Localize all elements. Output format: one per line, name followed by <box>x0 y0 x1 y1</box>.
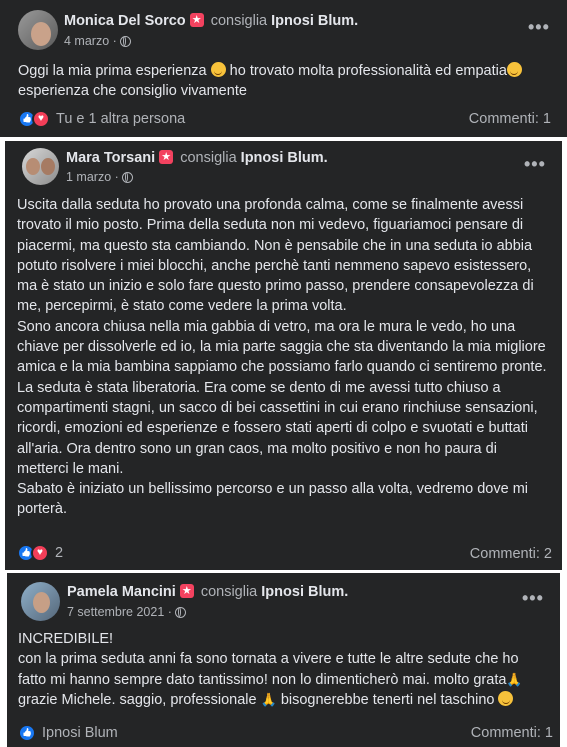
avatar[interactable] <box>21 582 60 621</box>
post-date[interactable]: 7 settembre 2021 <box>67 605 164 619</box>
review-card: Monica Del Sorco consiglia Ipnosi Blum. … <box>0 0 567 137</box>
review-card: Mara Torsani consiglia Ipnosi Blum. 1 ma… <box>5 141 562 570</box>
comments-count[interactable]: Commenti: 1 <box>471 725 553 741</box>
post-meta: 7 settembre 2021 · <box>67 604 186 620</box>
post-meta: 4 marzo · <box>64 33 131 49</box>
reactions-summary[interactable]: Ipnosi Blum <box>18 724 118 742</box>
author-name[interactable]: Mara Torsani <box>66 150 155 166</box>
more-options-icon[interactable]: ••• <box>524 155 546 173</box>
recommend-verb: consiglia <box>200 584 258 600</box>
text-paragraph: Sono ancora chiusa nella mia gabbia di v… <box>17 318 547 376</box>
meta-separator: · <box>167 605 172 619</box>
post-date[interactable]: 1 marzo <box>66 170 111 184</box>
globe-icon <box>174 607 186 618</box>
more-options-icon[interactable]: ••• <box>522 589 544 607</box>
text-paragraph: La seduta è stata liberatoria. Era come … <box>17 379 538 477</box>
recommend-badge-icon <box>179 583 194 599</box>
grin-emoji <box>498 690 514 706</box>
page-name[interactable]: Ipnosi Blum. <box>271 13 358 29</box>
text-line: Oggi la mia prima esperienza <box>18 63 207 79</box>
more-options-icon[interactable]: ••• <box>528 18 550 36</box>
post-meta: 1 marzo · <box>66 169 133 185</box>
smile-emoji <box>210 62 226 77</box>
author-name[interactable]: Monica Del Sorco <box>64 13 186 29</box>
reactions-label: 2 <box>55 545 64 561</box>
review-text: Uscita dalla seduta ho provato una profo… <box>17 195 552 520</box>
love-reaction-icon <box>32 110 50 128</box>
like-reaction-icon <box>18 724 36 742</box>
text-line: esperienza che consiglio vivamente <box>18 83 247 100</box>
text-line: grazie Michele. saggio, professionale <box>18 691 257 708</box>
text-line: ho trovato molta professionalità ed empa… <box>229 63 507 79</box>
comments-count[interactable]: Commenti: 1 <box>469 111 551 127</box>
reactions-summary[interactable]: Tu e 1 altra persona <box>18 110 185 128</box>
meta-separator: · <box>112 34 117 48</box>
comments-count[interactable]: Commenti: 2 <box>470 546 552 562</box>
text-line: con la prima seduta anni fa sono tornata… <box>18 651 519 688</box>
folded-hands-emoji: 🙏 <box>506 671 523 687</box>
love-reaction-icon <box>31 544 49 562</box>
recommend-verb: consiglia <box>210 13 268 29</box>
review-header: Pamela Mancini consiglia Ipnosi Blum. <box>67 583 348 601</box>
review-text: Oggi la mia prima esperienza ho trovato … <box>18 61 553 102</box>
reactions-summary[interactable]: 2 <box>17 544 63 562</box>
page-name[interactable]: Ipnosi Blum. <box>261 584 348 600</box>
text-paragraph: Uscita dalla seduta ho provato una profo… <box>17 197 534 315</box>
author-name[interactable]: Pamela Mancini <box>67 584 176 600</box>
globe-icon <box>119 36 131 47</box>
avatar[interactable] <box>18 10 58 50</box>
recommend-badge-icon <box>189 12 204 28</box>
review-header: Mara Torsani consiglia Ipnosi Blum. <box>66 149 328 167</box>
review-text: INCREDIBILE! con la prima seduta anni fa… <box>18 629 548 710</box>
post-date[interactable]: 4 marzo <box>64 34 109 48</box>
text-paragraph: Sabato è iniziato un bellissimo percorso… <box>17 481 528 518</box>
text-line: bisognerebbe tenerti nel taschino <box>280 691 495 708</box>
meta-separator: · <box>114 170 119 184</box>
reactions-label: Tu e 1 altra persona <box>56 111 186 127</box>
recommend-badge-icon <box>159 149 174 165</box>
review-card: Pamela Mancini consiglia Ipnosi Blum. 7 … <box>7 573 560 747</box>
text-line: INCREDIBILE! <box>18 631 114 647</box>
review-header: Monica Del Sorco consiglia Ipnosi Blum. <box>64 12 358 30</box>
globe-icon <box>121 172 133 183</box>
avatar[interactable] <box>22 148 59 185</box>
page-name[interactable]: Ipnosi Blum. <box>241 150 328 166</box>
recommend-verb: consiglia <box>180 150 237 166</box>
folded-hands-emoji: 🙏 <box>260 691 277 707</box>
smile-emoji <box>506 62 522 77</box>
reactions-label: Ipnosi Blum <box>42 725 118 741</box>
